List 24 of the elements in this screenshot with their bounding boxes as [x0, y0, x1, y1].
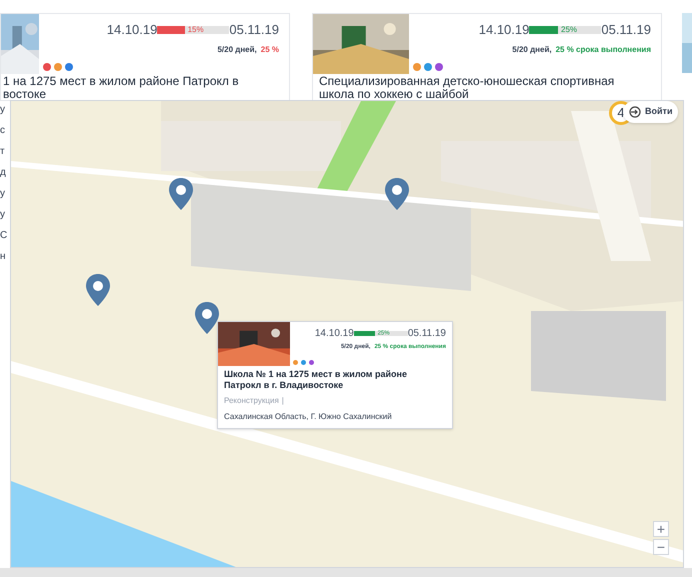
days-count: 5/20 дней,	[217, 44, 257, 56]
completion-share: 25 % срока выполнения	[556, 44, 651, 56]
progress-label: 25%	[561, 24, 578, 36]
card-title-line: 1 на 1275 мест в жилом районе Патрокл в	[3, 75, 240, 88]
list-text-fragment: д	[0, 167, 7, 179]
completion-share: 25 %	[260, 44, 279, 56]
card-title-line: Специализированная детско-юношеская спортивная	[319, 75, 616, 88]
list-text-fragment: у	[0, 209, 6, 221]
project-card[interactable]: 14.10.19 25% 05.11.19 5/20 дней, 25 % срока выполнения Специализированная детско-юношеская спортивная школа по хоккею с шайбой	[312, 13, 662, 101]
list-text-fragment: у	[0, 188, 6, 200]
list-text-fragment: н	[0, 251, 7, 263]
end-date: 05.11.19	[601, 21, 651, 39]
list-text-fragment: с	[0, 125, 6, 137]
project-card[interactable]: 14.10.19 15% 05.11.19 5/20 дней, 25 % 1 на 1275 мест в жилом районе Патрокл в востоке	[0, 13, 290, 101]
list-text-fragment: у	[0, 104, 6, 116]
start-date: 14.10.19	[478, 21, 530, 39]
end-date: 05.11.19	[229, 21, 279, 39]
days-count: 5/20 дней,	[512, 44, 552, 56]
progress-label: 15%	[188, 24, 204, 36]
card-title-line: востоке	[3, 88, 48, 100]
start-date: 14.10.19	[106, 21, 158, 39]
list-text-fragment: т	[0, 146, 6, 158]
card-title-line: школа по хоккею с шайбой	[319, 88, 469, 100]
list-text-fragment: С	[0, 230, 8, 242]
